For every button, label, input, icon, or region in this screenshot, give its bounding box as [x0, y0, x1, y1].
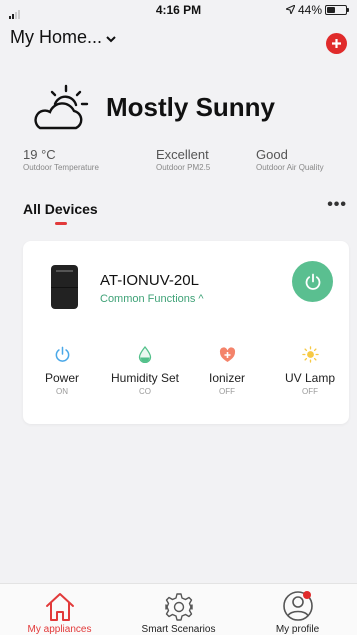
home-name: My Home...	[10, 27, 103, 47]
function-name: Humidity Set	[110, 371, 180, 385]
partly-sunny-icon	[30, 82, 96, 137]
function-uv-lamp[interactable]: UV Lamp OFF	[270, 345, 350, 396]
stat-label: Outdoor Air Quality	[256, 163, 324, 172]
weather-condition: Mostly Sunny	[106, 92, 276, 122]
active-tab-indicator	[55, 222, 67, 225]
add-device-button[interactable]	[326, 33, 347, 54]
tab-all-devices[interactable]: All Devices	[23, 201, 98, 217]
ionizer-icon	[187, 345, 267, 364]
function-state: OFF	[302, 387, 318, 396]
bottom-tab-bar: My appliances Smart Scenarios My profile	[0, 583, 357, 635]
gear-icon	[119, 584, 238, 622]
stat-pm25: Excellent Outdoor PM2.5	[156, 147, 210, 172]
tab-label: My profile	[275, 624, 320, 635]
function-state: CO	[139, 387, 151, 396]
stat-label: Outdoor PM2.5	[156, 163, 211, 172]
status-right: 44%	[284, 3, 349, 17]
stat-value: Excellent	[156, 147, 209, 162]
water-drop-icon	[105, 345, 185, 364]
dehumidifier-image	[51, 265, 78, 309]
sun-icon	[270, 345, 350, 364]
profile-icon	[238, 584, 357, 622]
common-functions-toggle[interactable]: Common Functions ^	[100, 293, 204, 305]
function-ionizer[interactable]: Ionizer OFF	[187, 345, 267, 396]
power-icon	[22, 345, 102, 364]
stat-air-quality: Good Outdoor Air Quality	[256, 147, 324, 172]
stat-value: Good	[256, 147, 288, 162]
home-selector[interactable]: My Home...	[10, 27, 116, 48]
location-arrow-icon	[284, 3, 297, 17]
function-name: Ionizer	[208, 371, 246, 385]
function-state: ON	[56, 387, 68, 396]
function-name: UV Lamp	[284, 371, 336, 385]
tab-label: My appliances	[27, 624, 92, 635]
stat-value: 19 °C	[23, 147, 56, 162]
power-icon	[305, 273, 320, 290]
stat-temperature: 19 °C Outdoor Temperature	[23, 147, 99, 172]
plus-icon	[332, 39, 341, 48]
status-bar: 4:16 PM 44%	[0, 0, 357, 20]
tab-smart-scenarios[interactable]: Smart Scenarios	[119, 584, 238, 635]
stat-label: Outdoor Temperature	[23, 163, 99, 172]
function-power[interactable]: Power ON	[22, 345, 102, 396]
tab-label: Smart Scenarios	[141, 624, 216, 635]
function-name: Power	[44, 371, 79, 385]
home-icon	[0, 584, 119, 622]
device-power-button[interactable]	[292, 261, 333, 302]
device-card[interactable]: AT-IONUV-20L Common Functions ^ Power ON…	[23, 241, 349, 424]
tab-my-profile[interactable]: My profile	[238, 584, 357, 635]
battery-percent: 44%	[297, 3, 322, 17]
function-humidity-set[interactable]: Humidity Set CO	[105, 345, 185, 396]
device-name: AT-IONUV-20L	[100, 272, 199, 289]
tab-my-appliances[interactable]: My appliances	[0, 584, 119, 635]
function-state: OFF	[219, 387, 235, 396]
battery-icon	[325, 5, 349, 15]
more-options-button[interactable]: •••	[327, 196, 347, 214]
chevron-down-icon	[106, 27, 116, 48]
